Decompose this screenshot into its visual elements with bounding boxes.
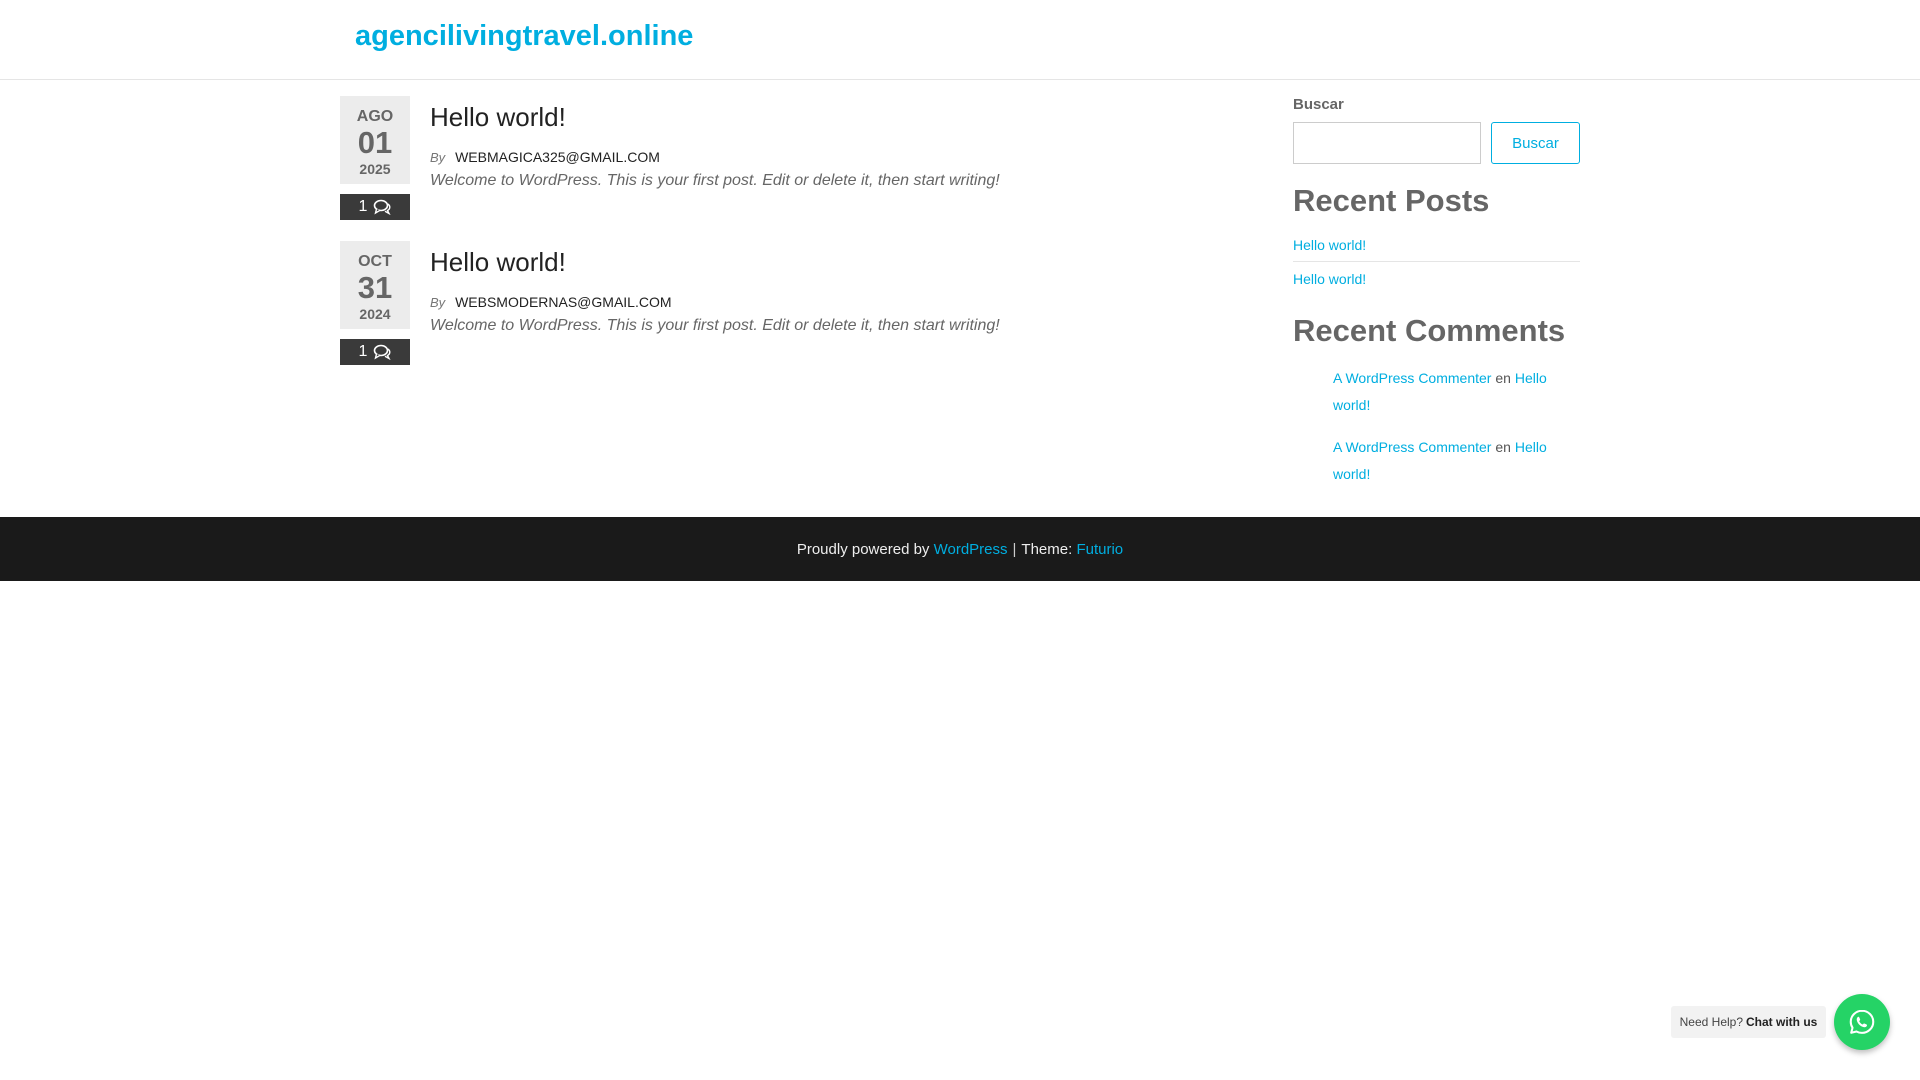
post-title-link[interactable]: Hello world! xyxy=(430,247,566,277)
site-footer: Proudly powered by WordPress | Theme: Futu… xyxy=(0,517,1920,581)
comment-author-link[interactable]: A WordPress Commenter xyxy=(1333,370,1491,386)
post-date-month: AGO xyxy=(356,108,394,125)
post-list: AGO 01 2025 1 Hello world! By WEBMAGICA3… xyxy=(340,96,1240,386)
post-author-link[interactable]: WEBSMODERNAS@GMAIL.COM xyxy=(455,294,671,310)
footer-separator: | xyxy=(1012,540,1017,558)
chat-help-text: Need Help? xyxy=(1679,1015,1744,1029)
post-date-year: 2025 xyxy=(359,161,391,177)
footer-powered-text: Proudly powered by xyxy=(796,540,930,558)
comment-connector: en xyxy=(1495,370,1511,386)
post-comment-count: 1 xyxy=(358,198,368,215)
post-meta: By WEBSMODERNAS@GMAIL.COM xyxy=(430,294,1230,310)
whatsapp-icon xyxy=(1849,1009,1875,1034)
comment-author-link[interactable]: A WordPress Commenter xyxy=(1333,439,1491,455)
recent-comments-list: A WordPress Commenter en Hello world! A … xyxy=(1293,365,1580,488)
post-item: OCT 31 2024 1 Hello world! By WEBSMODERN… xyxy=(340,241,1240,386)
post-comment-count: 1 xyxy=(358,343,368,360)
list-item: A WordPress Commenter en Hello world! xyxy=(1333,434,1580,488)
post-date-day: 01 xyxy=(357,125,393,160)
site-header: agencilivingtravel.online xyxy=(0,0,1920,80)
post-by-label: By xyxy=(430,150,446,165)
post-comments-link[interactable]: 1 xyxy=(340,194,410,220)
search-input[interactable] xyxy=(1293,122,1481,164)
post-title: Hello world! xyxy=(430,247,1230,278)
search-widget: Buscar Buscar xyxy=(1293,96,1580,164)
post-comments-link[interactable]: 1 xyxy=(340,339,410,365)
footer-theme-link[interactable]: Futurio xyxy=(1076,541,1123,558)
post-date-year: 2024 xyxy=(359,306,391,322)
post-excerpt: Welcome to WordPress. This is your first… xyxy=(430,172,1000,189)
search-label: Buscar xyxy=(1293,96,1344,113)
chat-help-label[interactable]: Need Help? Chat with us xyxy=(1671,1006,1826,1038)
recent-post-link[interactable]: Hello world! xyxy=(1293,237,1366,253)
recent-comments-widget: Recent Comments A WordPress Commenter en… xyxy=(1293,313,1580,488)
search-button[interactable]: Buscar xyxy=(1491,122,1580,164)
list-item: A WordPress Commenter en Hello world! xyxy=(1333,365,1580,419)
sidebar: Buscar Buscar Recent Posts Hello world! … xyxy=(1293,96,1580,503)
site-title-link[interactable]: agencilivingtravel.online xyxy=(355,20,693,53)
comments-icon xyxy=(374,199,391,215)
whatsapp-chat-button[interactable] xyxy=(1834,994,1890,1050)
recent-comments-title: Recent Comments xyxy=(1293,313,1566,348)
footer-theme-text: Theme: xyxy=(1021,540,1073,558)
recent-posts-title: Recent Posts xyxy=(1293,183,1490,218)
list-item: Hello world! xyxy=(1293,229,1580,262)
comment-connector: en xyxy=(1495,439,1511,455)
recent-posts-widget: Recent Posts Hello world! Hello world! xyxy=(1293,183,1580,295)
footer-wordpress-link[interactable]: WordPress xyxy=(934,541,1008,558)
post-title-link[interactable]: Hello world! xyxy=(430,102,566,132)
post-body: Hello world! By WEBSMODERNAS@GMAIL.COM W… xyxy=(430,241,1230,335)
comments-icon xyxy=(374,344,391,360)
post-date-badge: AGO 01 2025 xyxy=(340,96,410,184)
list-item: Hello world! xyxy=(1293,262,1580,295)
post-by-label: By xyxy=(430,295,446,310)
search-form: Buscar xyxy=(1293,122,1580,164)
recent-post-link[interactable]: Hello world! xyxy=(1293,271,1366,287)
post-date-month: OCT xyxy=(358,253,392,270)
post-excerpt: Welcome to WordPress. This is your first… xyxy=(430,317,1000,334)
post-title: Hello world! xyxy=(430,102,1230,133)
post-body: Hello world! By WEBMAGICA325@GMAIL.COM W… xyxy=(430,96,1230,190)
post-date-badge: OCT 31 2024 xyxy=(340,241,410,329)
post-item: AGO 01 2025 1 Hello world! By WEBMAGICA3… xyxy=(340,96,1240,241)
chat-with-us-text: Chat with us xyxy=(1746,1015,1818,1029)
post-meta: By WEBMAGICA325@GMAIL.COM xyxy=(430,149,1230,165)
recent-posts-list: Hello world! Hello world! xyxy=(1293,229,1580,295)
post-author-link[interactable]: WEBMAGICA325@GMAIL.COM xyxy=(455,149,660,165)
post-date-day: 31 xyxy=(357,270,393,305)
